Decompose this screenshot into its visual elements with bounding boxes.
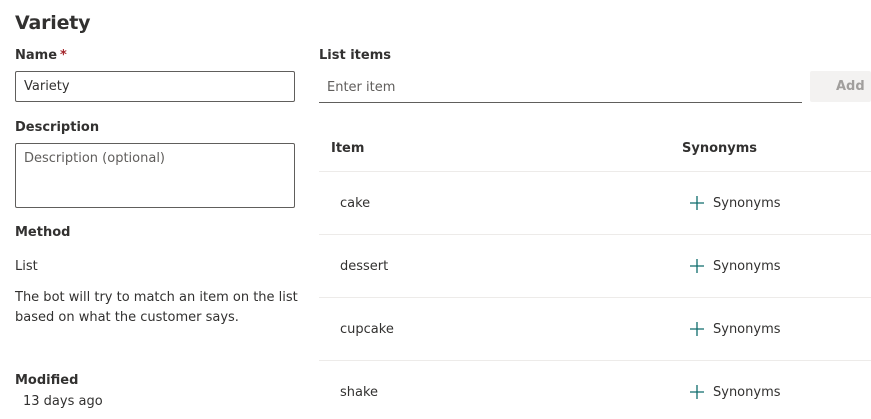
add-synonyms-button[interactable]: Synonyms — [689, 192, 781, 214]
list-item-input[interactable] — [319, 72, 802, 103]
name-input[interactable] — [15, 71, 295, 102]
description-input[interactable] — [15, 143, 295, 208]
add-synonyms-button[interactable]: Synonyms — [689, 255, 781, 277]
required-mark: * — [60, 48, 67, 63]
method-help-text: The bot will try to match an item on the… — [15, 290, 298, 325]
table-row[interactable]: shake Synonyms — [319, 360, 871, 419]
plus-icon — [690, 196, 704, 210]
item-cell: cupcake — [340, 322, 394, 337]
plus-icon — [690, 385, 704, 399]
item-cell: cake — [340, 196, 371, 211]
column-header-synonyms[interactable]: Synonyms — [682, 141, 757, 156]
add-button[interactable]: Add — [810, 71, 871, 102]
method-label: Method — [15, 225, 71, 240]
item-cell: shake — [340, 385, 379, 400]
synonyms-label: Synonyms — [713, 384, 781, 400]
plus-icon — [690, 259, 704, 273]
synonyms-label: Synonyms — [713, 195, 781, 211]
column-header-item[interactable]: Item — [331, 141, 364, 156]
modified-value: 13 days ago — [23, 394, 103, 409]
method-value: List — [15, 259, 38, 274]
plus-icon — [690, 322, 704, 336]
modified-label: Modified — [15, 373, 79, 388]
item-cell: dessert — [340, 259, 389, 274]
name-label: Name * — [15, 48, 67, 63]
synonyms-label: Synonyms — [713, 321, 781, 337]
table-row[interactable]: cake Synonyms — [319, 171, 871, 234]
list-items-label: List items — [319, 48, 391, 63]
add-synonyms-button[interactable]: Synonyms — [689, 318, 781, 340]
table-row[interactable]: dessert Synonyms — [319, 234, 871, 297]
add-synonyms-button[interactable]: Synonyms — [689, 381, 781, 403]
synonyms-label: Synonyms — [713, 258, 781, 274]
description-label: Description — [15, 120, 100, 135]
name-label-text: Name — [15, 48, 58, 63]
page-title: Variety — [15, 12, 91, 34]
table-row[interactable]: cupcake Synonyms — [319, 297, 871, 360]
